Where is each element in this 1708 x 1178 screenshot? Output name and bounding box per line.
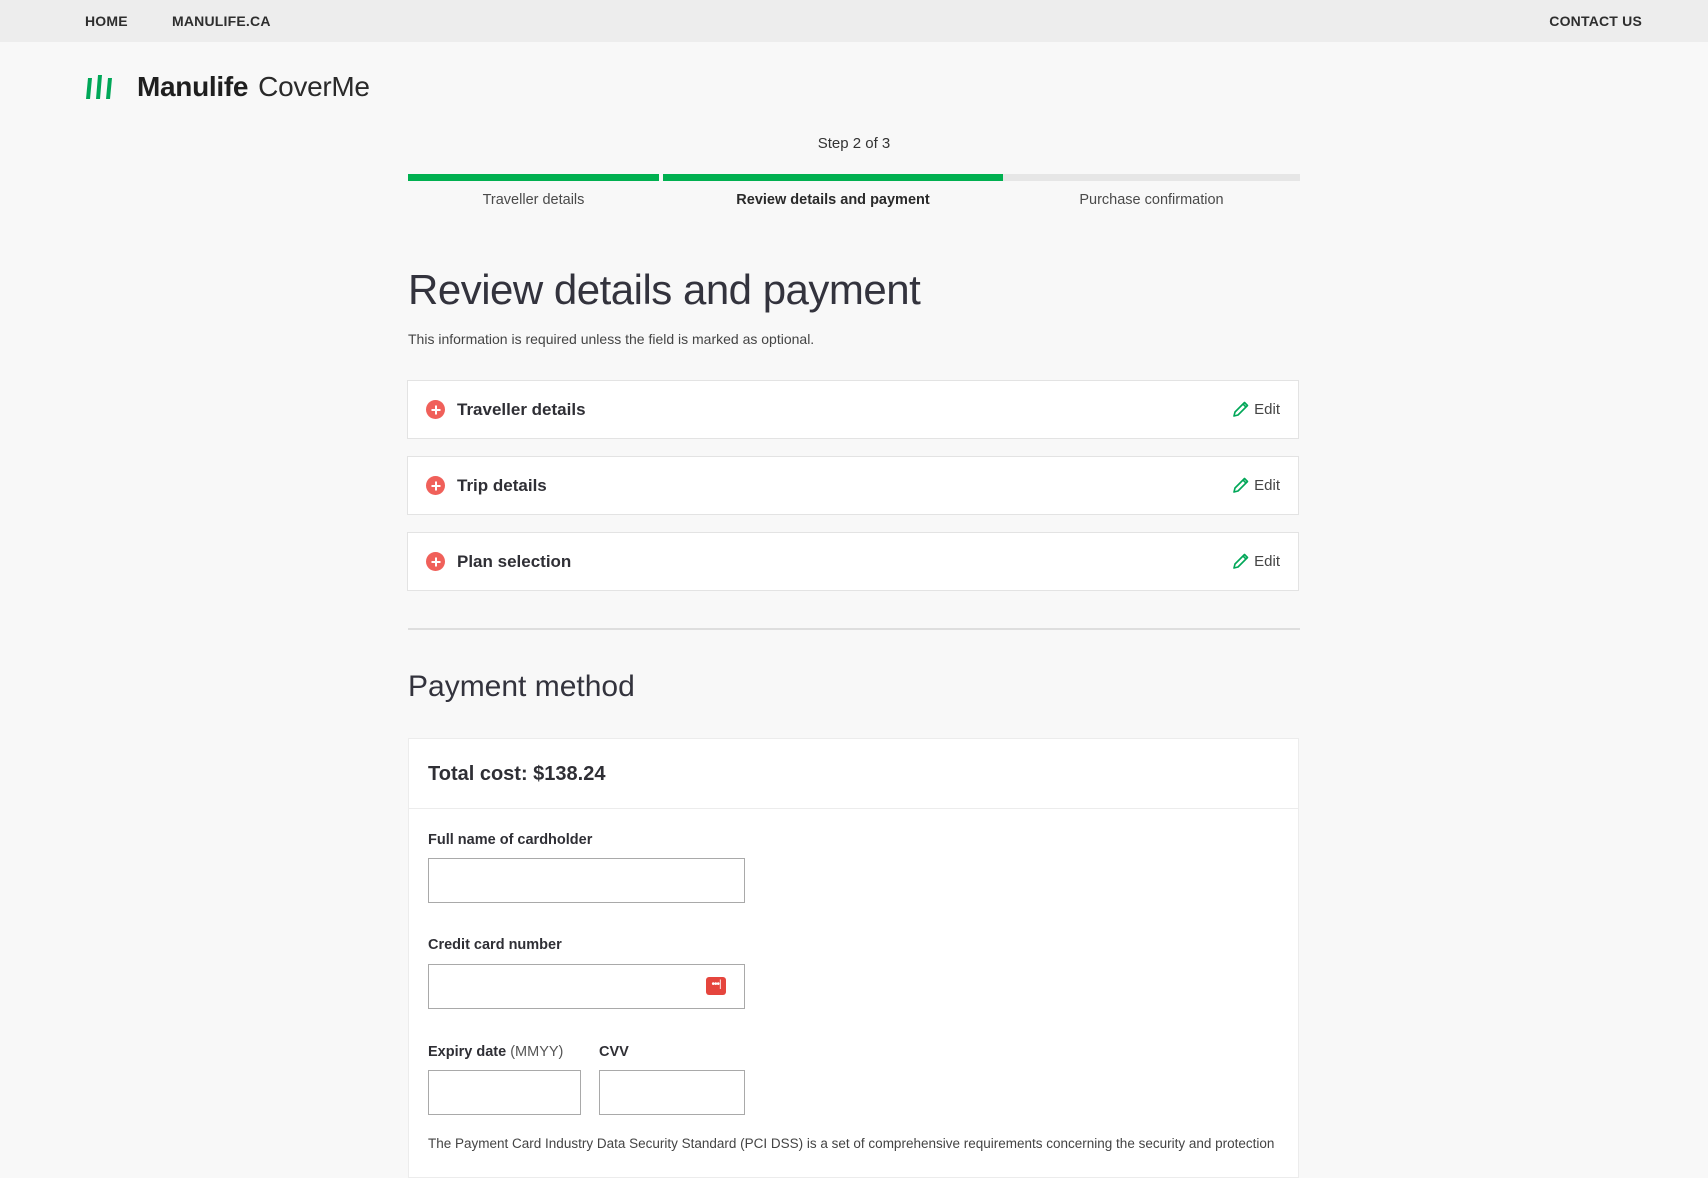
expiry-date-format-hint: (MMYY) [510, 1044, 564, 1060]
expiry-date-input[interactable] [428, 1070, 581, 1115]
pencil-icon [1233, 477, 1249, 493]
edit-label: Edit [1254, 400, 1280, 418]
cardholder-name-label: Full name of cardholder [428, 832, 593, 848]
expiry-date-label: Expiry date (MMYY) [428, 1044, 563, 1060]
pencil-icon [1233, 553, 1249, 569]
payment-panel-header: Total cost: $138.24 [409, 739, 1298, 809]
nav-home-link[interactable]: HOME [85, 13, 128, 29]
step-1-progress-bar [408, 174, 659, 181]
section-divider [408, 628, 1300, 630]
edit-label: Edit [1254, 552, 1280, 570]
payment-panel: Total cost: $138.24 Full name of cardhol… [408, 738, 1299, 1178]
card-number-input[interactable] [428, 964, 745, 1009]
edit-label: Edit [1254, 476, 1280, 494]
plus-circle-icon [426, 552, 445, 571]
accordion-trip-details[interactable]: Trip details Edit [407, 456, 1299, 515]
step-counter: Step 2 of 3 [817, 135, 891, 152]
expiry-date-label-text: Expiry date [428, 1044, 507, 1060]
payment-method-title: Payment method [408, 670, 635, 703]
password-autofill-icon[interactable]: •••| [706, 977, 726, 995]
pci-dss-notice: The Payment Card Industry Data Security … [428, 1136, 1275, 1151]
plus-circle-icon [426, 476, 445, 495]
page-title: Review details and payment [408, 266, 921, 313]
card-number-label: Credit card number [428, 937, 562, 953]
accordion-title: Traveller details [457, 400, 586, 419]
accordion-title: Trip details [457, 476, 547, 495]
step-label-purchase-confirmation: Purchase confirmation [1079, 192, 1224, 208]
total-cost: Total cost: $138.24 [428, 763, 606, 785]
edit-plan-selection-button[interactable]: Edit [1232, 552, 1280, 570]
logo[interactable]: Manulife CoverMe [85, 70, 370, 104]
page-subtitle: This information is required unless the … [408, 331, 815, 347]
step-3-progress-bar [1003, 174, 1300, 181]
plus-circle-icon [426, 400, 445, 419]
logo-brand: Manulife [137, 71, 249, 102]
edit-traveller-details-button[interactable]: Edit [1232, 400, 1280, 418]
accordion-title: Plan selection [457, 552, 572, 571]
top-navigation: HOME MANULIFE.CA CONTACT US [0, 0, 1708, 42]
step-2-progress-bar [663, 174, 1003, 181]
cvv-label: CVV [599, 1044, 629, 1060]
accordion-plan-selection[interactable]: Plan selection Edit [407, 532, 1299, 591]
cardholder-name-input[interactable] [428, 858, 745, 903]
accordion-traveller-details[interactable]: Traveller details Edit [407, 380, 1299, 439]
nav-contact-link[interactable]: CONTACT US [1549, 13, 1642, 29]
nav-manulife-link[interactable]: MANULIFE.CA [172, 13, 271, 29]
manulife-logo-icon [86, 75, 112, 99]
logo-product: CoverMe [258, 71, 370, 102]
pencil-icon [1233, 401, 1249, 417]
edit-trip-details-button[interactable]: Edit [1232, 476, 1280, 494]
cvv-input[interactable] [599, 1070, 745, 1115]
step-label-traveller-details: Traveller details [482, 192, 585, 208]
step-label-review-payment: Review details and payment [736, 192, 930, 208]
